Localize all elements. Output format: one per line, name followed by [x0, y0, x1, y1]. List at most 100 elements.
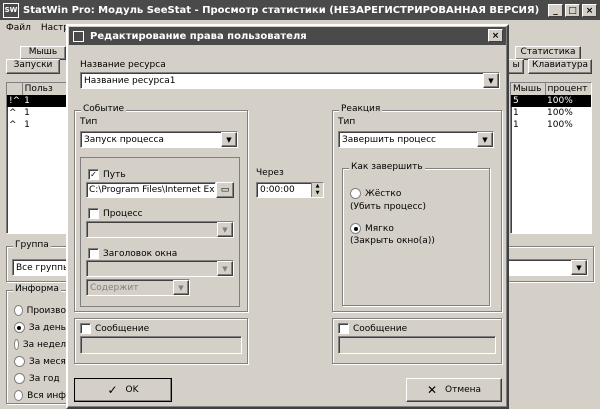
cell: 100%: [547, 96, 573, 106]
radio-icon[interactable]: [14, 356, 25, 367]
checkbox-icon[interactable]: [88, 248, 99, 259]
info-label: Информа: [13, 284, 61, 294]
path-label: Путь: [103, 169, 126, 180]
main-title-bar: SW StatWin Pro: Модуль SeeStat - Просмот…: [0, 0, 600, 20]
chevron-down-icon[interactable]: ▼: [477, 132, 493, 147]
contains-value: Содержит: [90, 282, 139, 293]
path-checkbox[interactable]: ✓ Путь: [88, 169, 126, 180]
menu-file[interactable]: Файл: [6, 23, 31, 33]
cell: 1: [513, 108, 519, 118]
row-mark: !^: [9, 96, 21, 106]
event-type-select[interactable]: Запуск процесса ▼: [80, 131, 238, 148]
cell: 100%: [547, 108, 573, 118]
message-left-input[interactable]: [80, 336, 242, 354]
reaction-group-label: Реакция: [339, 104, 383, 114]
radio-icon[interactable]: [14, 339, 19, 350]
reaction-type-label: Тип: [338, 117, 356, 127]
tab-mouse[interactable]: Мышь: [20, 46, 66, 60]
info-option[interactable]: Произво: [14, 302, 66, 319]
tab-keyboard[interactable]: Клавиатура: [528, 59, 592, 74]
table-row[interactable]: ^ 1: [7, 107, 67, 119]
right-table-header-percent: процент: [547, 84, 588, 94]
contains-select[interactable]: Содержит ▼: [86, 279, 190, 296]
chevron-down-icon[interactable]: ▼: [571, 260, 587, 275]
process-checkbox[interactable]: Процесс: [88, 208, 143, 219]
chevron-down-icon[interactable]: ▼: [217, 222, 233, 237]
table-row[interactable]: 1 100%: [511, 119, 591, 131]
table-row[interactable]: 1 100%: [511, 107, 591, 119]
after-label: Через: [256, 168, 284, 178]
checkbox-icon[interactable]: [338, 323, 349, 334]
dialog-close-icon[interactable]: ×: [488, 29, 503, 42]
cell: 100%: [547, 120, 573, 130]
app-icon: SW: [3, 2, 19, 18]
row-mark: ^: [9, 120, 17, 130]
checkbox-icon[interactable]: ✓: [88, 169, 99, 180]
process-label: Процесс: [103, 208, 143, 219]
event-group-label: Событие: [81, 104, 127, 114]
maximize-button[interactable]: □: [565, 4, 580, 17]
cancel-button[interactable]: ✕ Отмена: [406, 378, 502, 402]
chevron-down-icon[interactable]: ▼: [217, 261, 233, 276]
group-label: Группа: [13, 240, 51, 250]
hard-label: Жёстко: [365, 188, 402, 199]
hard-radio[interactable]: Жёстко: [350, 188, 401, 199]
spin-icon[interactable]: ▲ ▼: [311, 183, 323, 197]
message-right-checkbox[interactable]: Сообщение: [338, 323, 407, 334]
ok-button[interactable]: ✓ OK: [74, 378, 172, 402]
radio-icon[interactable]: [14, 390, 24, 401]
table-row[interactable]: 5 100%: [511, 95, 591, 107]
tab-statistics[interactable]: Статистика: [515, 46, 581, 60]
dialog-icon: [73, 30, 84, 42]
window-title-checkbox[interactable]: Заголовок окна: [88, 248, 177, 259]
chevron-down-icon[interactable]: ▼: [483, 73, 499, 88]
radio-icon[interactable]: [350, 223, 361, 234]
cell: 5: [513, 96, 519, 106]
after-time-input[interactable]: 0:00:00 ▲ ▼: [256, 182, 324, 198]
resource-select[interactable]: Название ресурса1 ▼: [80, 72, 500, 89]
tab-partial[interactable]: ы: [508, 59, 524, 74]
right-table: Мышь процент 5 100% 1 100% 1 100%: [510, 82, 592, 234]
message-right-input[interactable]: [338, 336, 496, 354]
radio-icon[interactable]: [14, 305, 23, 316]
soft-radio[interactable]: Мягко: [350, 223, 394, 234]
cell: 1: [513, 120, 519, 130]
checkbox-icon[interactable]: [80, 323, 91, 334]
process-select[interactable]: ▼: [86, 221, 234, 238]
check-icon: ✓: [107, 383, 118, 397]
window-title-label: Заголовок окна: [103, 248, 178, 259]
table-row[interactable]: ^ 1: [7, 119, 67, 131]
info-option[interactable]: За год: [14, 370, 66, 387]
soft-label: Мягко: [365, 223, 394, 234]
radio-icon[interactable]: [14, 322, 25, 333]
checkbox-icon[interactable]: [88, 208, 99, 219]
row-value: 1: [24, 120, 30, 130]
table-row[interactable]: !^ 1: [7, 95, 67, 107]
left-table-header: Польз: [24, 84, 53, 94]
left-table: Польз !^ 1 ^ 1 ^ 1: [6, 82, 68, 234]
minimize-button[interactable]: _: [548, 4, 563, 17]
reaction-type-select[interactable]: Завершить процесс ▼: [338, 131, 494, 148]
dialog-title-bar: Редактирование права пользователя ×: [69, 27, 506, 45]
message-left-checkbox[interactable]: Сообщение: [80, 323, 149, 334]
radio-icon[interactable]: [350, 188, 361, 199]
chevron-down-icon[interactable]: ▼: [173, 280, 189, 295]
info-option[interactable]: За день: [14, 319, 66, 336]
dialog-title: Редактирование права пользователя: [90, 30, 307, 42]
close-button[interactable]: ×: [582, 4, 597, 17]
path-input[interactable]: C:\Program Files\Internet Explore: [86, 182, 216, 198]
tab-launches[interactable]: Запуски: [6, 59, 60, 74]
row-mark: ^: [9, 108, 17, 118]
info-option[interactable]: Вся инф: [14, 387, 66, 404]
radio-icon[interactable]: [14, 373, 25, 384]
window-title-select[interactable]: ▼: [86, 260, 234, 277]
row-value: 1: [24, 96, 30, 106]
message-right-label: Сообщение: [353, 323, 408, 334]
soft-desc: (Закрыть окно(а)): [350, 236, 435, 246]
chevron-down-icon[interactable]: ▼: [221, 132, 237, 147]
reaction-type-value: Завершить процесс: [342, 134, 436, 145]
browse-folder-icon[interactable]: ▭: [216, 182, 234, 198]
info-option[interactable]: За меся: [14, 353, 66, 370]
event-type-label: Тип: [80, 117, 98, 127]
info-option[interactable]: За недел: [14, 336, 66, 353]
